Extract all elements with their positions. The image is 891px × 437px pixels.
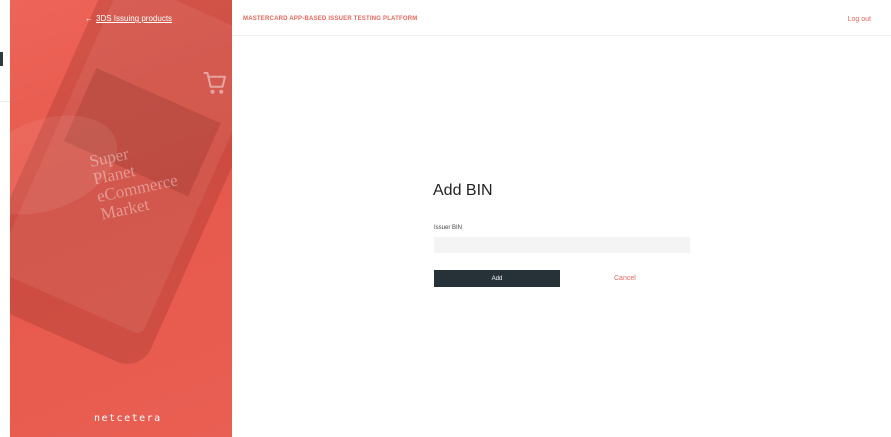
arrow-left-icon: ← [85, 14, 93, 23]
logout-link[interactable]: Log out [848, 16, 871, 23]
add-button[interactable]: Add [434, 270, 560, 287]
shopping-cart-icon [203, 72, 226, 94]
edge-mark [0, 52, 3, 66]
issuer-bin-input[interactable] [434, 237, 690, 253]
platform-title: MASTERCARD APP-BASED ISSUER TESTING PLAT… [243, 16, 418, 22]
netcetera-logo: netcetera [94, 413, 162, 424]
issuer-bin-label: Issuer BIN [434, 225, 463, 231]
edge-divider [0, 101, 10, 102]
cancel-link[interactable]: Cancel [614, 275, 636, 282]
back-link-label: 3DS Issuing products [96, 14, 173, 23]
header: MASTERCARD APP-BASED ISSUER TESTING PLAT… [232, 0, 891, 36]
page-title: Add BIN [433, 182, 493, 199]
left-panel: Super Planet eCommerce Market ← 3DS Issui… [10, 0, 232, 437]
back-to-products-link[interactable]: ← 3DS Issuing products [85, 14, 172, 23]
